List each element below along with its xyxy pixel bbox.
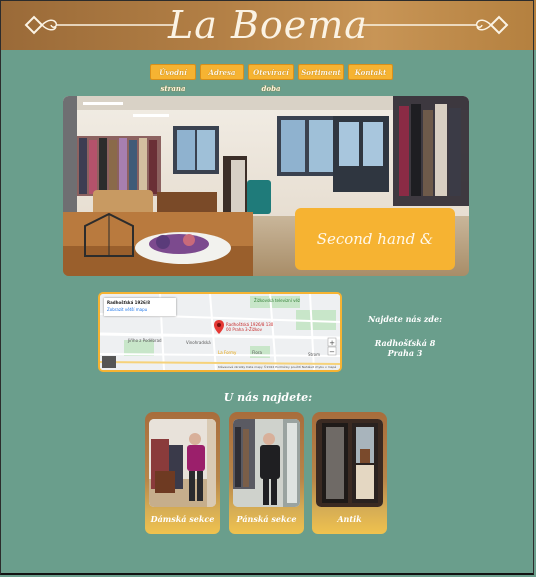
site-header: La Boema	[0, 0, 536, 50]
map-label-flora: Flora	[252, 350, 262, 355]
mens-section-image	[233, 419, 300, 507]
right-ornament-icon	[359, 15, 509, 35]
map-footer: Klávesové zkratky Data mapy ©2022 Podmín…	[218, 365, 337, 369]
hero-caption: Second hand & Antique	[295, 208, 455, 270]
map-info-box: Radhošťská 1926/8 Zobrazit větší mapu	[104, 298, 176, 316]
card-antique[interactable]: Antik	[312, 412, 387, 534]
svg-text:+: +	[329, 339, 335, 347]
card-womens-label[interactable]: Dámská sekce	[145, 514, 220, 524]
map-label-strom: Strom	[308, 352, 321, 357]
map-larger-link[interactable]: Zobrazit větší mapu	[107, 307, 147, 312]
nav-opening-hours[interactable]: Otevírací doba	[248, 64, 294, 93]
card-mens-label[interactable]: Pánská sekce	[229, 514, 304, 524]
svg-text:−: −	[329, 348, 335, 356]
card-womens[interactable]: Dámská sekce	[145, 412, 220, 534]
nav-address[interactable]: Adresa	[200, 64, 244, 80]
find-title: Najdete nás zde:	[367, 314, 443, 324]
womens-section-image	[149, 419, 216, 507]
map-label-tower: Žižkovská televizní věž	[254, 298, 301, 303]
main-nav: Úvodní strana Adresa Otevírací doba Sort…	[0, 64, 536, 93]
hero-shop-photo: Second hand & Antique	[63, 96, 469, 276]
address-block: Najdete nás zde: Radhošťská 8 Praha 3	[360, 314, 450, 358]
antique-section-image	[316, 419, 383, 507]
map-address: Radhošťská 1926/8	[107, 300, 151, 305]
sections-title: U nás najdete:	[223, 391, 313, 404]
nav-contact[interactable]: Kontakt	[348, 64, 393, 80]
nav-assortment[interactable]: Sortiment	[298, 64, 344, 80]
map-pin-icon[interactable]	[214, 320, 224, 334]
nav-home[interactable]: Úvodní strana	[150, 64, 196, 93]
address-city: Praha 3	[387, 348, 423, 358]
map-label-vinohradska: Vinohradská	[186, 340, 211, 345]
google-map[interactable]: + − Radhošťská 1926/8 Zobrazit větší map…	[98, 292, 342, 372]
map-label-laformy: La Formy	[218, 350, 237, 355]
map-pin-label: Radhošťská 1926/8 130 00 Praha 3-Žižkov	[226, 322, 274, 332]
address-street: Radhošťská 8	[374, 338, 436, 348]
card-mens[interactable]: Pánská sekce	[229, 412, 304, 534]
map-label-jiriho: Jiřího z Poděbrad	[128, 338, 162, 343]
card-antique-label[interactable]: Antik	[312, 514, 387, 524]
